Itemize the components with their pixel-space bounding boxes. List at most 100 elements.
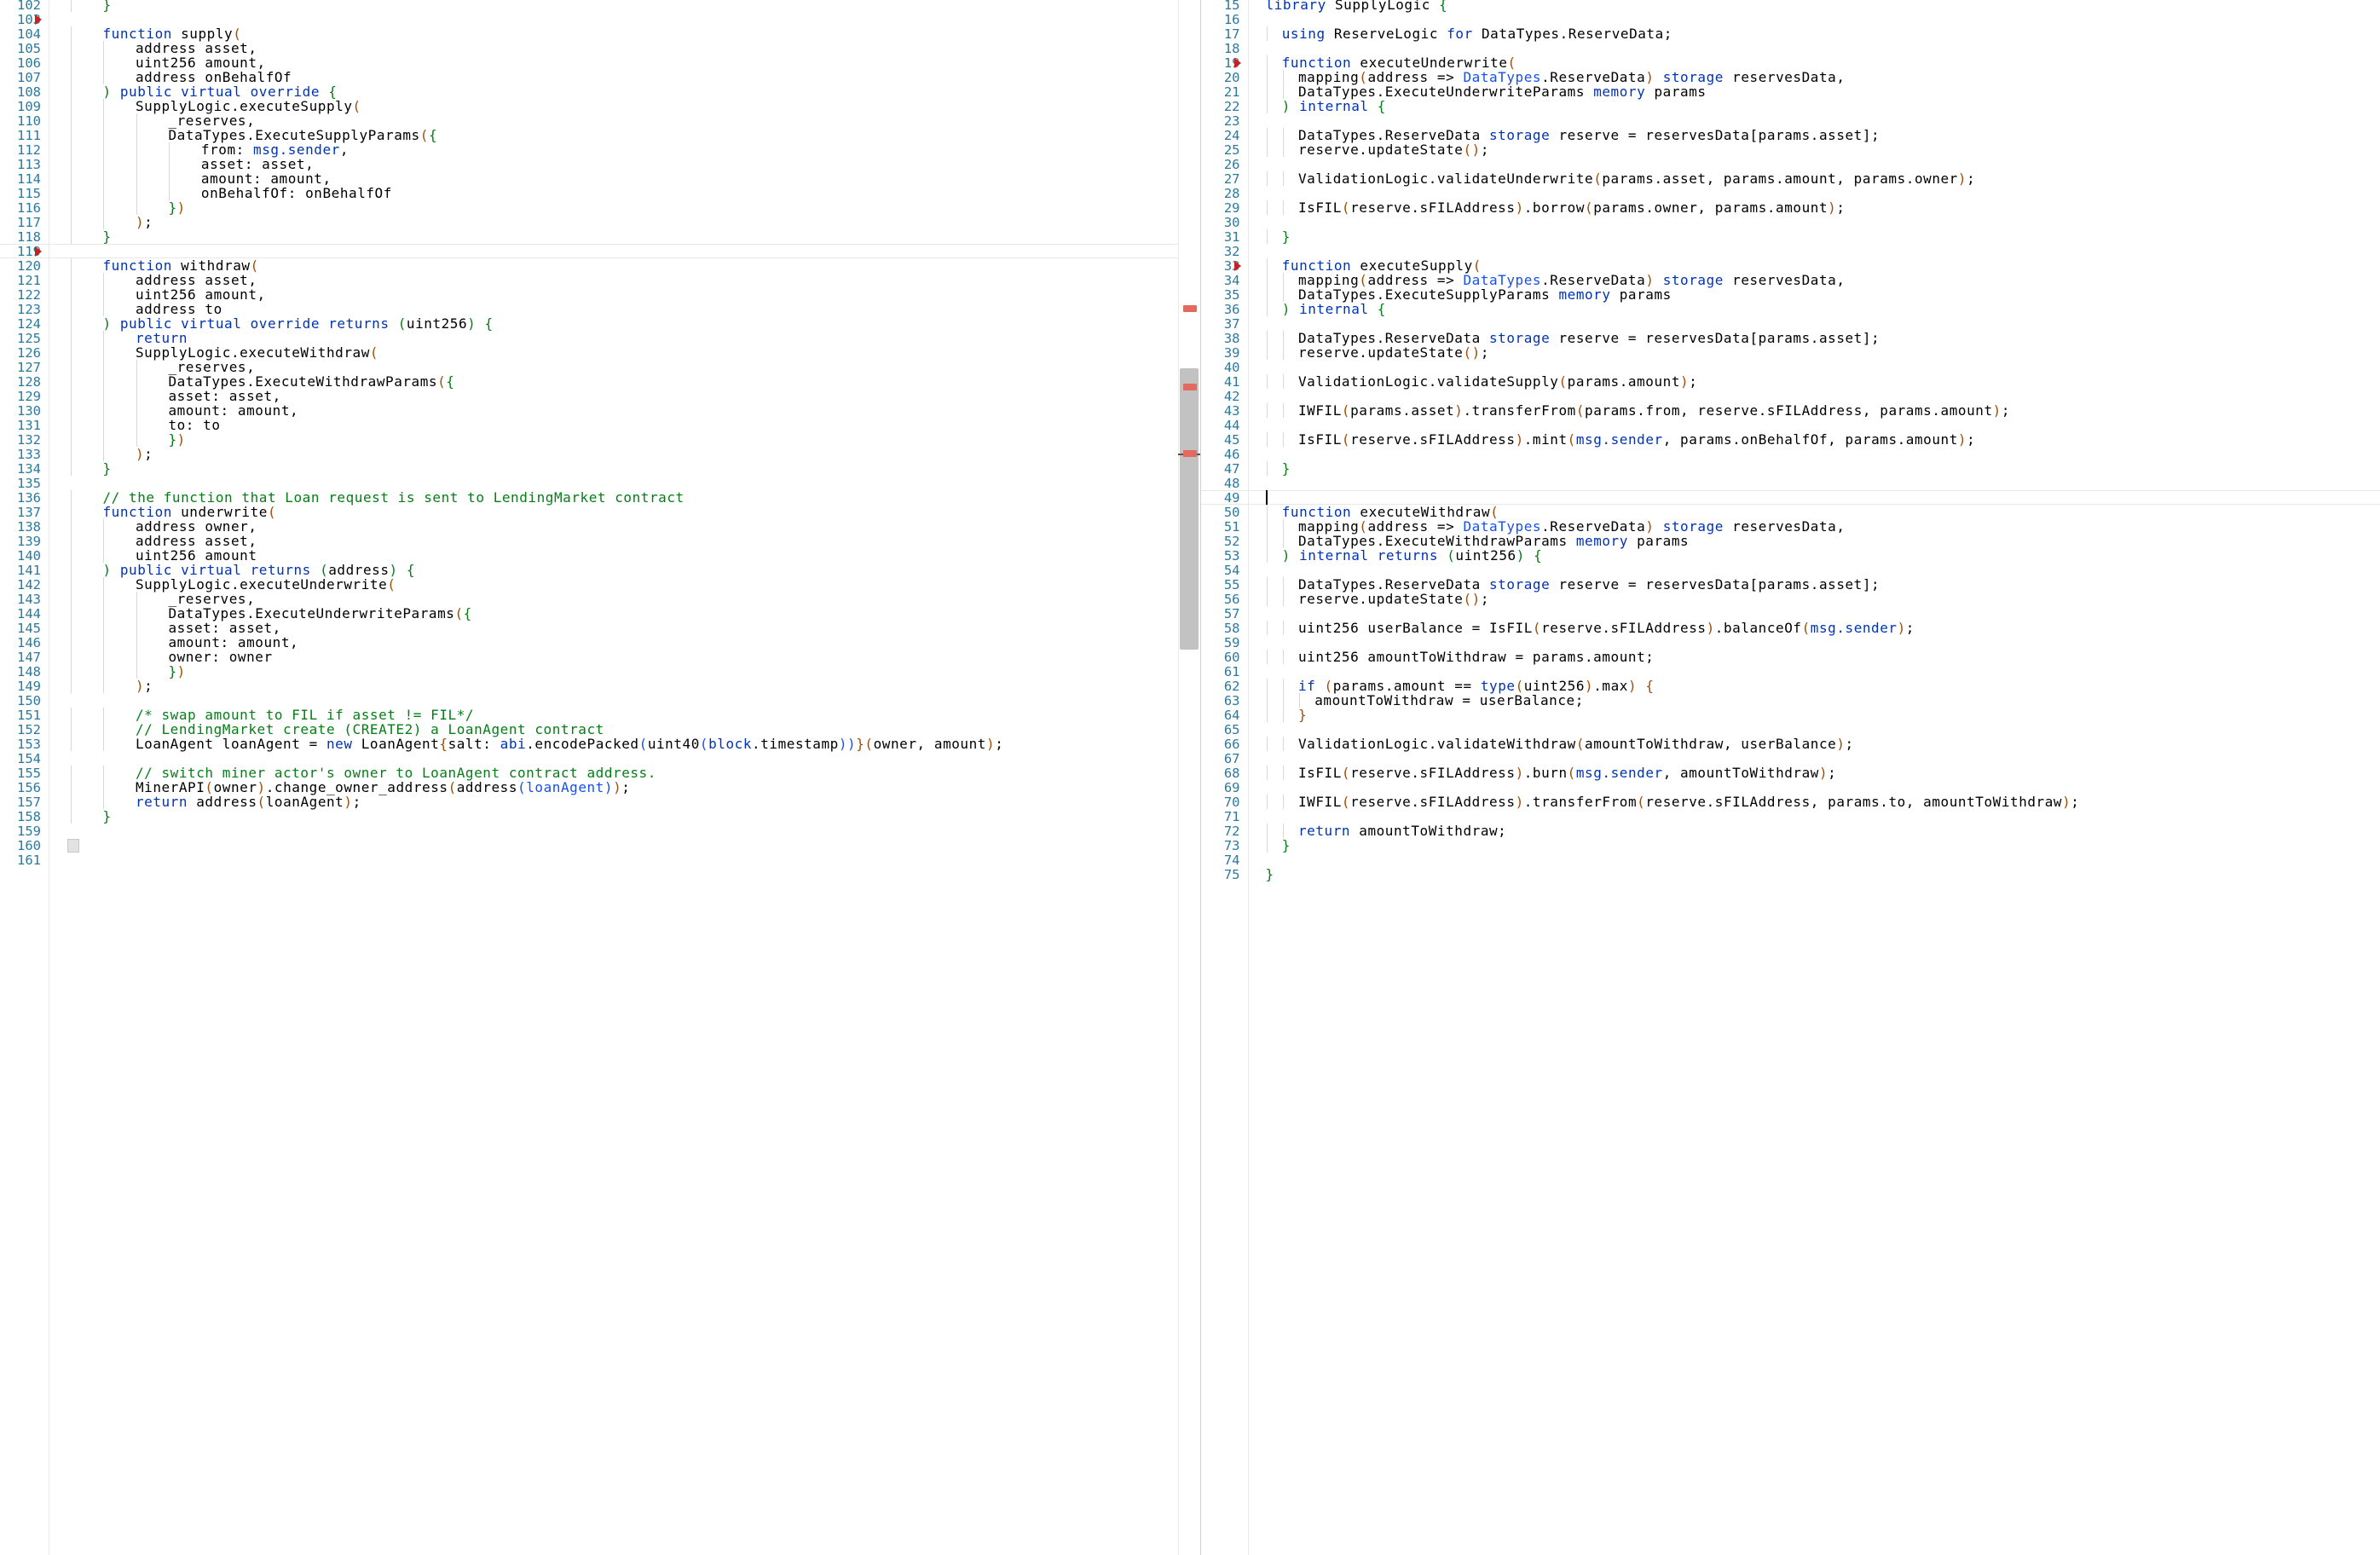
code-line[interactable]: }: [102, 0, 111, 12]
code-line[interactable]: mapping(address => DataTypes.ReserveData…: [1298, 70, 1846, 84]
code-line[interactable]: SupplyLogic.executeUnderwrite(: [136, 577, 396, 592]
code-line[interactable]: library SupplyLogic {: [1266, 0, 1448, 12]
left-editor-pane[interactable]: 102 103 104 105 106 107 108 109 110 111 112 113 114 1…: [0, 0, 1201, 1555]
code-line[interactable]: DataTypes.ExecuteSupplyParams({: [168, 128, 437, 142]
code-line[interactable]: function withdraw(: [102, 258, 258, 273]
code-line[interactable]: reserve.updateState();: [1298, 142, 1489, 157]
vcs-changed-line-marker[interactable]: [1233, 261, 1241, 271]
code-line[interactable]: ) internal returns (uint256) {: [1282, 548, 1543, 563]
code-line[interactable]: amount: amount,: [168, 635, 298, 650]
code-line[interactable]: ) internal {: [1282, 302, 1386, 316]
code-line[interactable]: ValidationLogic.validateWithdraw(amountT…: [1298, 737, 1854, 751]
vcs-changed-line-marker[interactable]: [1233, 58, 1241, 68]
code-line[interactable]: mapping(address => DataTypes.ReserveData…: [1298, 273, 1846, 287]
code-line[interactable]: _reserves,: [168, 592, 255, 606]
code-line[interactable]: SupplyLogic.executeSupply(: [136, 99, 361, 113]
code-line[interactable]: DataTypes.ExecuteSupplyParams memory par…: [1298, 287, 1672, 302]
code-line[interactable]: from: msg.sender,: [201, 142, 349, 157]
code-line[interactable]: SupplyLogic.executeWithdraw(: [136, 345, 378, 360]
code-line[interactable]: IsFIL(reserve.sFILAddress).mint(msg.send…: [1298, 432, 1975, 447]
left-vertical-scrollbar[interactable]: [1177, 0, 1200, 1555]
scrollbar-thumb[interactable]: [1179, 368, 1199, 650]
code-line[interactable]: return address(loanAgent);: [136, 795, 361, 809]
scrollbar-error-marker[interactable]: [1182, 384, 1197, 390]
code-line[interactable]: asset: asset,: [168, 389, 280, 403]
code-line[interactable]: reserve.updateState();: [1298, 592, 1489, 606]
code-line[interactable]: // LendingMarket create (CREATE2) a Loan…: [136, 722, 604, 737]
code-line[interactable]: reserve.updateState();: [1298, 345, 1489, 360]
code-line[interactable]: address asset,: [136, 273, 257, 287]
code-line[interactable]: IWFIL(params.asset).transferFrom(params.…: [1298, 403, 2010, 418]
code-line[interactable]: uint256 userBalance = IsFIL(reserve.sFIL…: [1298, 621, 1915, 635]
vcs-changed-line-marker[interactable]: [35, 14, 42, 25]
code-line[interactable]: DataTypes.ReserveData storage reserve = …: [1298, 331, 1880, 345]
right-code-area[interactable]: library SupplyLogic {using ReserveLogic …: [1248, 0, 2380, 1555]
scrollbar-error-marker[interactable]: [1182, 305, 1197, 312]
code-line[interactable]: }: [102, 229, 111, 244]
code-line[interactable]: uint256 amountToWithdraw = params.amount…: [1298, 650, 1655, 664]
code-line[interactable]: }: [1282, 838, 1291, 853]
code-line[interactable]: MinerAPI(owner).change_owner_address(add…: [136, 780, 630, 795]
code-line[interactable]: asset: asset,: [168, 621, 280, 635]
code-line[interactable]: onBehalfOf: onBehalfOf: [201, 186, 392, 200]
code-line[interactable]: return amountToWithdraw;: [1298, 824, 1506, 838]
code-line[interactable]: }: [102, 809, 111, 824]
code-line[interactable]: address onBehalfOf: [136, 70, 292, 84]
code-line[interactable]: ) internal {: [1282, 99, 1386, 113]
code-line[interactable]: asset: asset,: [201, 157, 314, 171]
code-line[interactable]: _reserves,: [168, 113, 255, 128]
code-line[interactable]: address asset,: [136, 534, 257, 548]
code-line[interactable]: // the function that Loan request is sen…: [102, 490, 684, 505]
code-line[interactable]: DataTypes.ExecuteUnderwriteParams({: [168, 606, 471, 621]
code-line[interactable]: );: [136, 447, 153, 461]
code-line[interactable]: function executeUnderwrite(: [1282, 55, 1516, 70]
code-line[interactable]: }: [102, 461, 111, 476]
code-line[interactable]: LoanAgent loanAgent = new LoanAgent{salt…: [136, 737, 1003, 751]
code-line[interactable]: /* swap amount to FIL if asset != FIL*/: [136, 708, 474, 722]
code-line[interactable]: ValidationLogic.validateSupply(params.am…: [1298, 374, 1697, 389]
code-line[interactable]: DataTypes.ExecuteWithdrawParams memory p…: [1298, 534, 1689, 548]
scrollbar-error-marker[interactable]: [1182, 450, 1197, 457]
code-line[interactable]: DataTypes.ExecuteWithdrawParams({: [168, 374, 454, 389]
code-line[interactable]: function executeWithdraw(: [1282, 505, 1499, 519]
code-line[interactable]: to: to: [168, 418, 220, 432]
code-line[interactable]: address owner,: [136, 519, 257, 534]
code-line[interactable]: );: [136, 215, 153, 229]
code-line[interactable]: IWFIL(reserve.sFILAddress).transferFrom(…: [1298, 795, 2080, 809]
code-line[interactable]: }): [168, 432, 185, 447]
code-line[interactable]: IsFIL(reserve.sFILAddress).burn(msg.send…: [1298, 766, 1836, 780]
vcs-changed-line-marker[interactable]: [35, 246, 42, 257]
code-line[interactable]: }: [1298, 708, 1307, 722]
code-line[interactable]: ValidationLogic.validateUnderwrite(param…: [1298, 171, 1975, 186]
code-line[interactable]: ) public virtual returns (address) {: [102, 563, 415, 577]
code-line[interactable]: ) public virtual override returns (uint2…: [102, 316, 493, 331]
code-line[interactable]: }): [168, 200, 185, 215]
code-line[interactable]: DataTypes.ReserveData storage reserve = …: [1298, 577, 1880, 592]
left-gutter[interactable]: 102 103 104 105 106 107 108 109 110 111 112 113 114 1…: [0, 0, 49, 1555]
code-line[interactable]: address asset,: [136, 41, 257, 55]
code-line[interactable]: function supply(: [102, 26, 241, 41]
code-line[interactable]: amountToWithdraw = userBalance;: [1314, 693, 1584, 708]
code-line[interactable]: }: [1282, 229, 1291, 244]
right-editor-pane[interactable]: 15 16 17 18 19 20 21 22 23 24 25 26 27 28 29 30 31 32 33 34…: [1200, 0, 2380, 1555]
code-line[interactable]: address to: [136, 302, 222, 316]
code-line[interactable]: return: [136, 331, 188, 345]
code-line[interactable]: owner: owner: [168, 650, 272, 664]
code-line[interactable]: );: [136, 679, 153, 693]
code-line[interactable]: DataTypes.ExecuteUnderwriteParams memory…: [1298, 84, 1707, 99]
code-line[interactable]: _reserves,: [168, 360, 255, 374]
code-line[interactable]: uint256 amount,: [136, 55, 266, 70]
code-line[interactable]: amount: amount,: [201, 171, 332, 186]
code-line[interactable]: if (params.amount == type(uint256).max) …: [1298, 679, 1655, 693]
code-line[interactable]: function underwrite(: [102, 505, 276, 519]
code-line[interactable]: }): [168, 664, 185, 679]
code-line[interactable]: // switch miner actor's owner to LoanAge…: [136, 766, 656, 780]
code-line[interactable]: uint256 amount: [136, 548, 257, 563]
left-code-area[interactable]: } function supply(address asset, uint256 a…: [49, 0, 1183, 1555]
code-line[interactable]: mapping(address => DataTypes.ReserveData…: [1298, 519, 1846, 534]
code-line[interactable]: }: [1266, 867, 1274, 882]
right-gutter[interactable]: 15 16 17 18 19 20 21 22 23 24 25 26 27 28 29 30 31 32 33 34…: [1200, 0, 1249, 1555]
code-line[interactable]: IsFIL(reserve.sFILAddress).borrow(params…: [1298, 200, 1846, 215]
code-line[interactable]: uint256 amount,: [136, 287, 266, 302]
code-line[interactable]: ) public virtual override {: [102, 84, 337, 99]
